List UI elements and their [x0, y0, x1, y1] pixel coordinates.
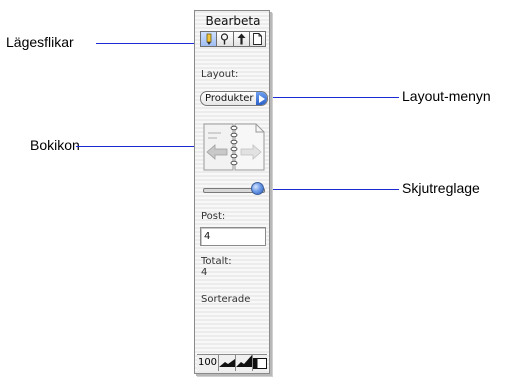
- mountain-large-icon: [236, 352, 252, 371]
- status-area-panel: Bearbeta Layout: Produkter Post: 4 Total…: [194, 10, 270, 374]
- layout-menu[interactable]: Produkter: [200, 91, 268, 106]
- tab-browse[interactable]: [201, 30, 218, 49]
- book-icon-leader-line: [76, 146, 204, 147]
- sort-status: Sorterade: [201, 294, 251, 305]
- layout-menu-callout: Layout-menyn: [402, 88, 491, 104]
- zoom-level[interactable]: 100: [197, 355, 219, 371]
- mode-tabs: [200, 31, 266, 47]
- layout-menu-value: Produkter: [205, 93, 254, 104]
- zoom-out-button[interactable]: [219, 355, 236, 371]
- tab-find[interactable]: [217, 30, 234, 49]
- record-slider[interactable]: [201, 182, 267, 196]
- total-label: Totalt:: [201, 256, 232, 267]
- layout-menu-leader-line: [273, 97, 399, 98]
- mode-tabs-leader-line: [96, 43, 201, 44]
- pencil-icon: [205, 30, 213, 49]
- mountain-small-icon: [219, 352, 235, 371]
- zoom-in-button[interactable]: [236, 355, 253, 371]
- layout-label: Layout:: [201, 69, 239, 80]
- slider-thumb[interactable]: [251, 182, 264, 195]
- magnifier-icon: [220, 30, 229, 49]
- slider-leader-line: [262, 189, 399, 190]
- book-icon[interactable]: [203, 121, 265, 173]
- tab-preview[interactable]: [249, 30, 265, 49]
- status-area-toggle-icon: [253, 354, 267, 373]
- document-icon: [252, 30, 262, 49]
- popup-arrow-icon: [256, 92, 267, 105]
- book-icon-callout: Bokikon: [30, 137, 80, 153]
- bottom-toolbar: 100: [197, 354, 267, 371]
- panel-title: Bearbeta: [205, 14, 261, 28]
- record-label: Post:: [201, 211, 226, 222]
- status-area-toggle-button[interactable]: [253, 355, 267, 371]
- record-number-field[interactable]: 4: [200, 227, 266, 246]
- slider-callout: Skjutreglage: [402, 180, 480, 196]
- mode-tabs-callout: Lägesflikar: [6, 34, 74, 50]
- up-arrow-icon: [237, 30, 246, 49]
- total-value: 4: [201, 267, 208, 278]
- tab-layout[interactable]: [233, 30, 250, 49]
